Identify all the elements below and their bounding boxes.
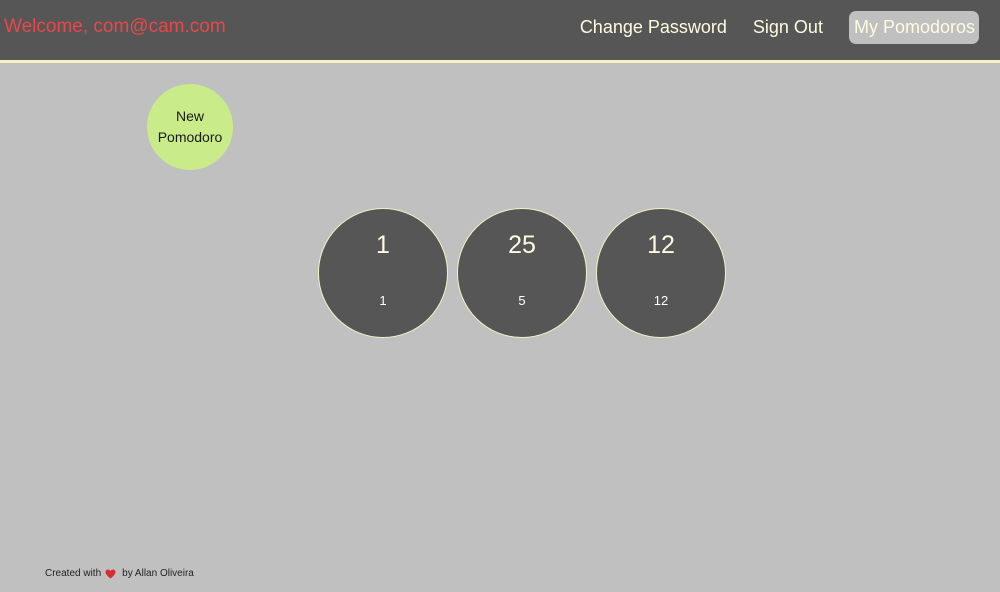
pomodoro-list: 1 1 25 5 12 12 — [318, 208, 735, 338]
welcome-message: Welcome, com@cam.com — [4, 16, 226, 37]
footer-credit: Created with by Allan Oliveira — [45, 568, 194, 579]
pomodoro-subvalue: 1 — [379, 293, 387, 308]
new-pomodoro-button[interactable]: New Pomodoro — [147, 84, 233, 170]
nav-menu: Change Password Sign Out My Pomodoros — [558, 11, 979, 44]
new-pomodoro-label-line2: Pomodoro — [157, 129, 223, 145]
pomodoro-value: 1 — [376, 231, 390, 259]
pomodoro-card[interactable]: 25 5 — [457, 208, 587, 338]
sign-out-link[interactable]: Sign Out — [749, 11, 827, 44]
pomodoro-card[interactable]: 1 1 — [318, 208, 448, 338]
heart-icon — [105, 568, 116, 579]
my-pomodoros-link[interactable]: My Pomodoros — [848, 11, 979, 44]
footer-prefix: Created with — [45, 568, 102, 579]
change-password-link[interactable]: Change Password — [576, 11, 731, 44]
pomodoro-value: 12 — [647, 231, 675, 259]
pomodoro-card[interactable]: 12 12 — [596, 208, 726, 338]
new-pomodoro-label-line1: New — [175, 108, 204, 124]
top-navbar: Welcome, com@cam.com Change Password Sig… — [0, 0, 1000, 63]
footer-suffix: by Allan Oliveira — [122, 568, 194, 579]
pomodoro-value: 25 — [508, 231, 536, 259]
pomodoro-subvalue: 12 — [653, 293, 669, 308]
pomodoro-subvalue: 5 — [518, 293, 526, 308]
